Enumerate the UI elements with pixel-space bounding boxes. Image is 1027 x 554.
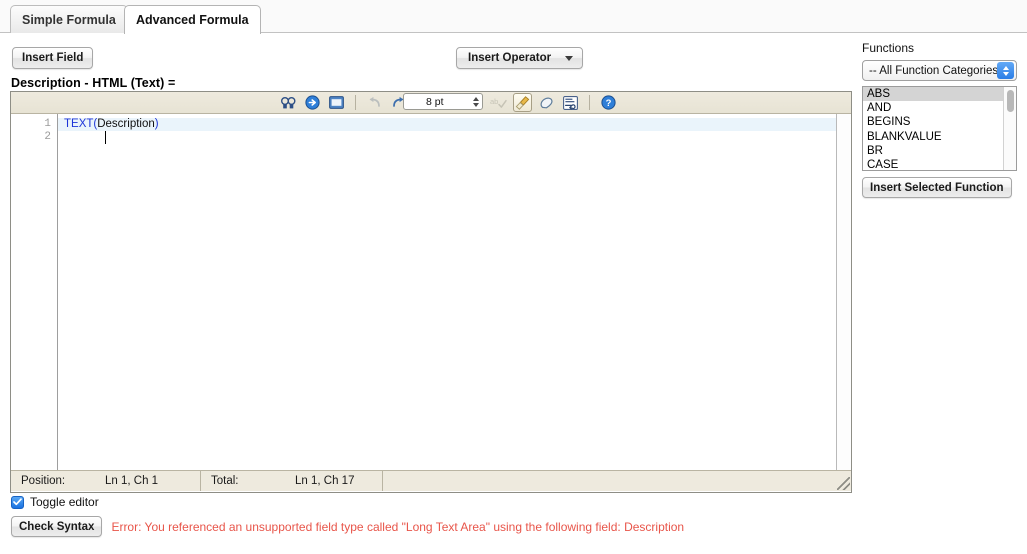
chevron-down-icon <box>565 55 574 61</box>
status-position: Position: Ln 1, Ch 1 <box>11 471 201 491</box>
syntax-error-message: Error: You referenced an unsupported fie… <box>111 519 685 534</box>
check-syntax-row: Check Syntax Error: You referenced an un… <box>11 516 684 537</box>
editor-status-bar: Position: Ln 1, Ch 1 Total: Ln 1, Ch 17 <box>11 470 851 491</box>
formula-editor-page: Simple Formula Advanced Formula Insert F… <box>0 0 1027 554</box>
eraser-icon[interactable] <box>537 93 556 112</box>
scrollbar-thumb[interactable] <box>1007 90 1014 112</box>
function-list-item[interactable]: AND <box>863 101 1016 115</box>
tab-simple-formula-label: Simple Formula <box>22 12 116 27</box>
undo-icon[interactable] <box>365 93 384 112</box>
code-token-function: TEXT( <box>64 118 98 130</box>
font-size-select[interactable]: 8 pt <box>403 93 483 110</box>
font-size-value: 8 pt <box>426 95 444 108</box>
tab-simple-formula[interactable]: Simple Formula <box>10 5 128 33</box>
status-spacer <box>383 471 851 491</box>
spellcheck-icon[interactable]: ab <box>489 93 508 112</box>
function-list-item[interactable]: BR <box>863 144 1016 158</box>
goto-line-icon[interactable] <box>303 93 322 112</box>
function-category-select[interactable]: -- All Function Categories -- <box>862 60 1017 81</box>
check-syntax-label: Check Syntax <box>19 520 95 533</box>
help-icon[interactable]: ? <box>599 93 618 112</box>
resize-grip[interactable] <box>837 477 850 490</box>
insert-operator-label: Insert Operator <box>468 52 552 64</box>
status-total: Total: Ln 1, Ch 17 <box>201 471 383 491</box>
insert-selected-function-button[interactable]: Insert Selected Function <box>862 177 1012 198</box>
status-total-value: Ln 1, Ch 17 <box>295 475 355 487</box>
code-line-1: TEXT(Description) <box>58 118 851 131</box>
function-list-items: ABS AND BEGINS BLANKVALUE BR CASE <box>863 87 1016 170</box>
editor-toolbar: 8 pt ab ? <box>11 92 851 114</box>
function-list-scrollbar[interactable] <box>1003 87 1016 170</box>
svg-text:ab: ab <box>490 97 498 106</box>
function-list-item[interactable]: BLANKVALUE <box>863 130 1016 144</box>
status-position-value: Ln 1, Ch 1 <box>105 475 159 487</box>
functions-title: Functions <box>862 41 915 55</box>
code-token-argument: Description <box>97 118 155 130</box>
insert-operator-button[interactable]: Insert Operator <box>456 47 584 69</box>
panel-icon[interactable] <box>327 93 346 112</box>
formula-field-label: Description - HTML (Text) = <box>11 76 176 90</box>
find-icon[interactable] <box>279 93 298 112</box>
line-number: 2 <box>44 131 51 143</box>
toggle-editor-checkbox[interactable] <box>11 495 24 509</box>
formula-editor-panel: 8 pt ab ? 1 2 TEXT(Description) Position… <box>10 91 852 493</box>
wrap-text-icon[interactable] <box>561 93 580 112</box>
function-category-value: -- All Function Categories -- <box>869 64 1009 77</box>
status-total-label: Total: <box>211 475 239 487</box>
line-number: 1 <box>44 118 51 130</box>
code-token-paren: ) <box>154 118 159 130</box>
clean-icon[interactable] <box>513 93 532 112</box>
functions-panel: Functions -- All Function Categories -- … <box>862 41 1022 198</box>
tab-advanced-formula-label: Advanced Formula <box>136 13 249 27</box>
toggle-editor-row: Toggle editor <box>11 495 99 509</box>
chevron-updown-icon <box>997 62 1014 79</box>
function-list-item[interactable]: BEGINS <box>863 115 1016 129</box>
status-position-label: Position: <box>21 475 66 487</box>
insert-selected-function-label: Insert Selected Function <box>870 181 1004 194</box>
function-list-item[interactable]: ABS <box>863 87 1016 102</box>
toggle-editor-label: Toggle editor <box>30 495 99 509</box>
code-area-wrapper: 1 2 TEXT(Description) <box>11 114 851 470</box>
function-list-item[interactable]: CASE <box>863 158 1016 170</box>
code-input[interactable]: TEXT(Description) <box>58 114 851 470</box>
svg-text:?: ? <box>606 98 612 109</box>
text-caret <box>105 131 106 144</box>
toolbar-separator <box>589 95 590 110</box>
stepper-icon <box>473 95 479 108</box>
line-number-gutter: 1 2 <box>11 114 58 470</box>
insert-field-button[interactable]: Insert Field <box>12 47 94 69</box>
tab-advanced-formula[interactable]: Advanced Formula <box>124 5 261 34</box>
tab-strip: Simple Formula Advanced Formula <box>0 0 1027 34</box>
editor-vertical-scrollbar[interactable] <box>836 114 851 470</box>
function-list[interactable]: ABS AND BEGINS BLANKVALUE BR CASE <box>862 86 1017 171</box>
insert-field-label: Insert Field <box>22 52 84 64</box>
toolbar-separator <box>355 95 356 110</box>
check-syntax-button[interactable]: Check Syntax <box>11 516 103 537</box>
